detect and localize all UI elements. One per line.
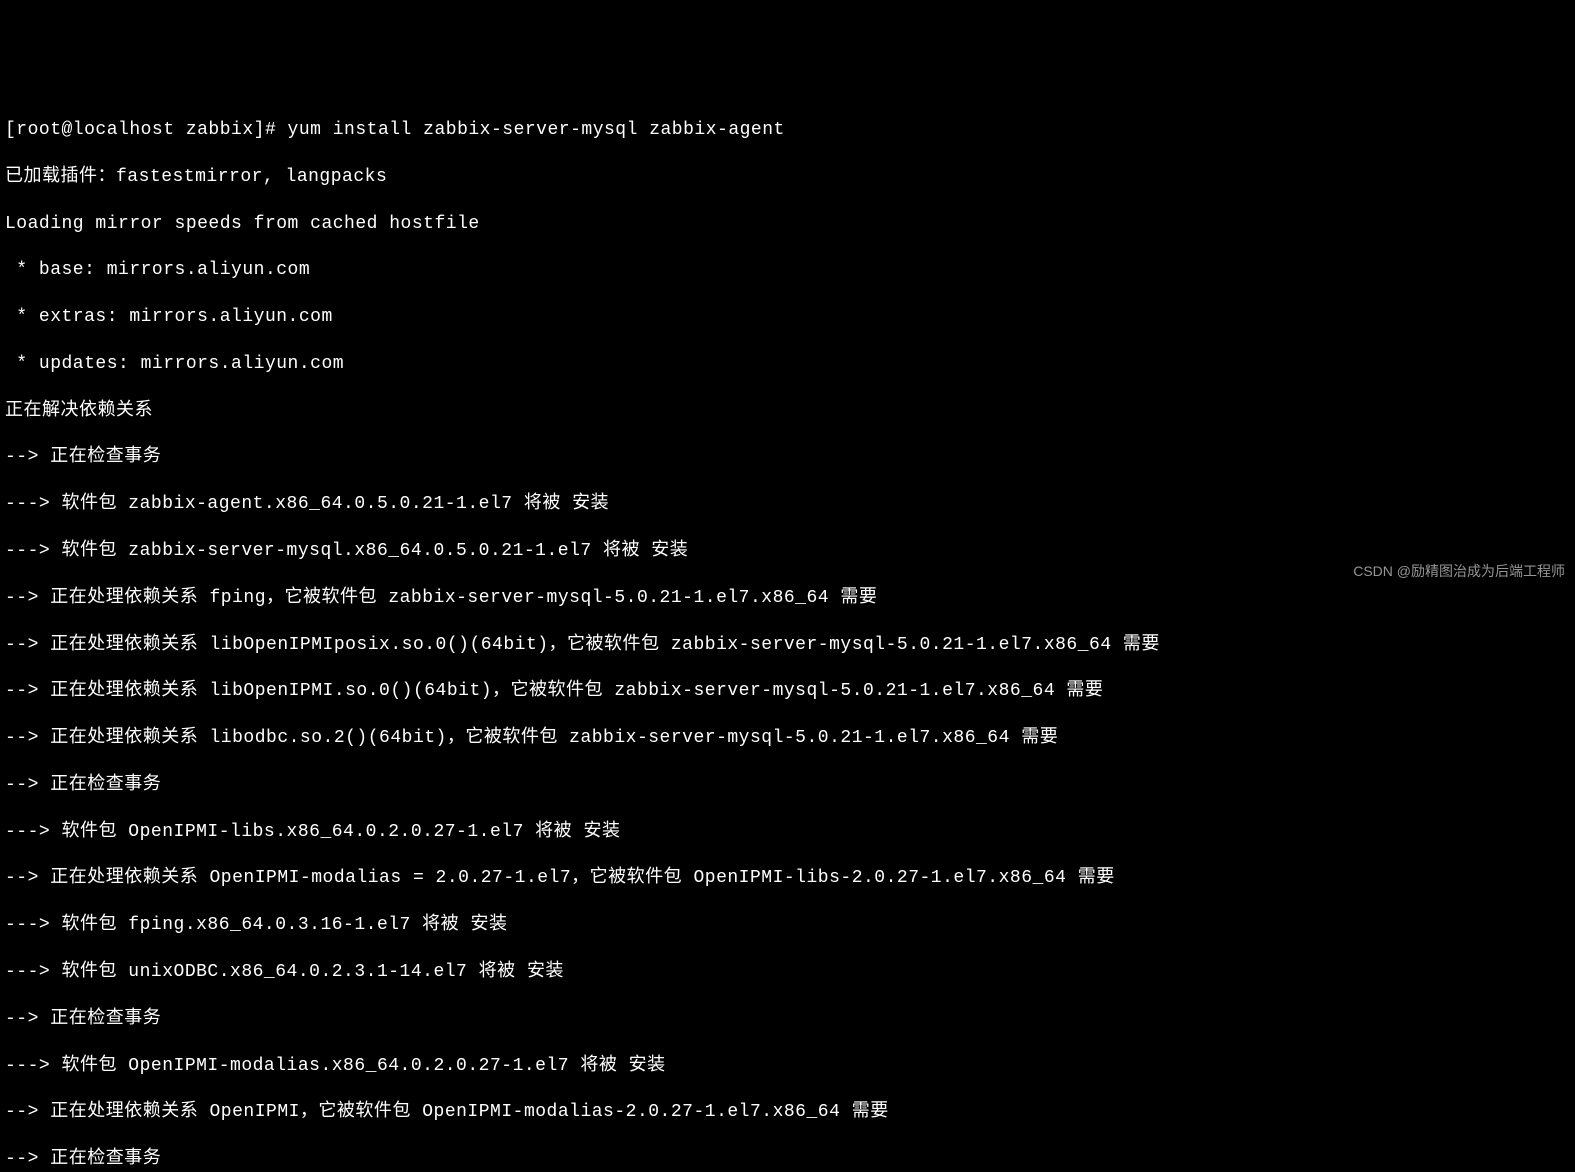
terminal-line: [root@localhost zabbix]# yum install zab… xyxy=(5,119,1570,142)
terminal-line: --> 正在处理依赖关系 libOpenIPMI.so.0()(64bit)，它… xyxy=(5,680,1570,703)
terminal-line: ---> 软件包 OpenIPMI-libs.x86_64.0.2.0.27-1… xyxy=(5,821,1570,844)
terminal-line: ---> 软件包 unixODBC.x86_64.0.2.3.1-14.el7 … xyxy=(5,961,1570,984)
terminal-line: --> 正在处理依赖关系 OpenIPMI-modalias = 2.0.27-… xyxy=(5,867,1570,890)
terminal-output[interactable]: [root@localhost zabbix]# yum install zab… xyxy=(5,96,1570,1172)
terminal-line: --> 正在检查事务 xyxy=(5,1148,1570,1171)
watermark-text: CSDN @励精图治成为后端工程师 xyxy=(1353,562,1565,580)
terminal-line: Loading mirror speeds from cached hostfi… xyxy=(5,213,1570,236)
terminal-line: ---> 软件包 fping.x86_64.0.3.16-1.el7 将被 安装 xyxy=(5,914,1570,937)
terminal-line: * updates: mirrors.aliyun.com xyxy=(5,353,1570,376)
terminal-line: --> 正在处理依赖关系 OpenIPMI，它被软件包 OpenIPMI-mod… xyxy=(5,1101,1570,1124)
terminal-line: --> 正在检查事务 xyxy=(5,1008,1570,1031)
terminal-line: ---> 软件包 zabbix-agent.x86_64.0.5.0.21-1.… xyxy=(5,493,1570,516)
terminal-line: 已加载插件：fastestmirror, langpacks xyxy=(5,166,1570,189)
terminal-line: ---> 软件包 zabbix-server-mysql.x86_64.0.5.… xyxy=(5,540,1570,563)
terminal-line: --> 正在处理依赖关系 libOpenIPMIposix.so.0()(64b… xyxy=(5,634,1570,657)
terminal-line: ---> 软件包 OpenIPMI-modalias.x86_64.0.2.0.… xyxy=(5,1055,1570,1078)
terminal-line: * base: mirrors.aliyun.com xyxy=(5,259,1570,282)
terminal-line: --> 正在处理依赖关系 libodbc.so.2()(64bit)，它被软件包… xyxy=(5,727,1570,750)
terminal-line: --> 正在处理依赖关系 fping，它被软件包 zabbix-server-m… xyxy=(5,587,1570,610)
terminal-line: --> 正在检查事务 xyxy=(5,774,1570,797)
terminal-line: 正在解决依赖关系 xyxy=(5,400,1570,423)
terminal-line: --> 正在检查事务 xyxy=(5,446,1570,469)
terminal-line: * extras: mirrors.aliyun.com xyxy=(5,306,1570,329)
